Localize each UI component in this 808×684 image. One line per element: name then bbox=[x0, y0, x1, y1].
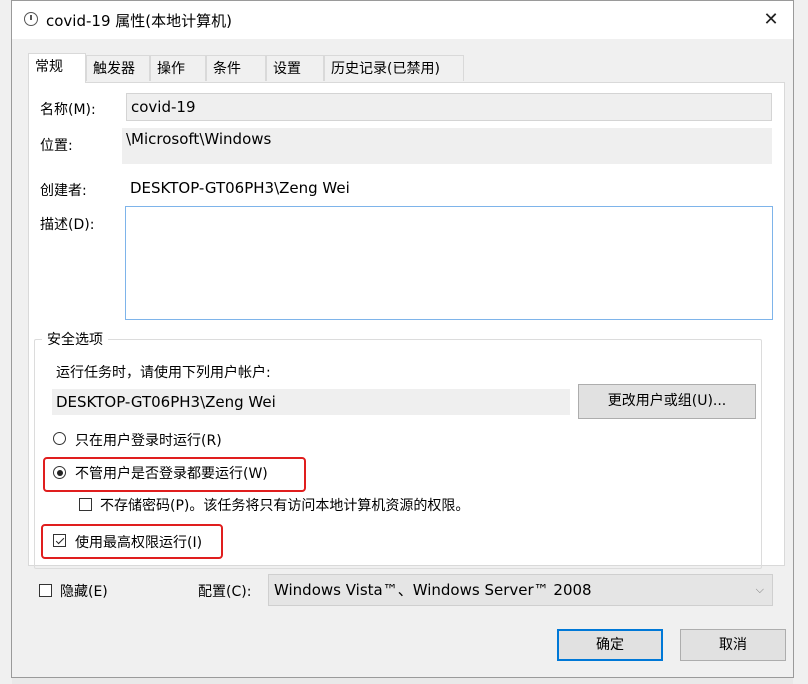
description-label: 描述(D): bbox=[40, 217, 95, 233]
run-as-label: 运行任务时，请使用下列用户帐户: bbox=[56, 365, 271, 381]
background-window-right bbox=[793, 0, 808, 684]
ok-button[interactable]: 确定 bbox=[557, 629, 663, 661]
radio-run-only-logged-on-label[interactable]: 只在用户登录时运行(R) bbox=[75, 430, 222, 450]
radio-run-only-logged-on[interactable] bbox=[53, 432, 66, 445]
location-field: \Microsoft\Windows bbox=[122, 128, 772, 164]
close-button[interactable]: ✕ bbox=[749, 1, 793, 39]
description-textarea[interactable] bbox=[125, 206, 773, 320]
cancel-button[interactable]: 取消 bbox=[680, 629, 786, 661]
radio-run-whether-logged-on-label[interactable]: 不管用户是否登录都要运行(W) bbox=[75, 463, 268, 483]
location-label: 位置: bbox=[40, 138, 73, 154]
checkbox-do-not-store-password-label[interactable]: 不存储密码(P)。该任务将只有访问本地计算机资源的权限。 bbox=[100, 495, 469, 515]
tab-triggers[interactable]: 触发器 bbox=[86, 55, 150, 81]
configure-label: 配置(C): bbox=[198, 584, 252, 600]
tab-general[interactable]: 常规 bbox=[28, 53, 86, 83]
security-options-title: 安全选项 bbox=[42, 329, 108, 349]
run-as-user-field: DESKTOP-GT06PH3\Zeng Wei bbox=[52, 389, 570, 415]
name-field[interactable]: covid-19 bbox=[126, 93, 772, 121]
tab-settings[interactable]: 设置 bbox=[266, 55, 324, 81]
configure-select[interactable]: Windows Vista™、Windows Server™ 2008 ⌵ bbox=[268, 574, 773, 606]
checkbox-hidden-label[interactable]: 隐藏(E) bbox=[60, 581, 108, 601]
checkbox-hidden[interactable] bbox=[39, 584, 52, 597]
name-label: 名称(M): bbox=[40, 102, 96, 118]
change-user-button[interactable]: 更改用户或组(U)... bbox=[578, 384, 756, 419]
chevron-down-icon: ⌵ bbox=[755, 583, 764, 596]
task-properties-dialog: covid-19 属性(本地计算机) ✕ 常规 触发器 操作 条件 设置 历史记… bbox=[11, 0, 794, 678]
checkbox-do-not-store-password[interactable] bbox=[79, 498, 92, 511]
author-label: 创建者: bbox=[40, 183, 87, 199]
task-clock-icon bbox=[24, 12, 38, 26]
tab-history[interactable]: 历史记录(已禁用) bbox=[324, 55, 464, 81]
title-bar: covid-19 属性(本地计算机) ✕ bbox=[12, 1, 793, 39]
radio-run-whether-logged-on[interactable] bbox=[53, 466, 66, 479]
tab-conditions[interactable]: 条件 bbox=[206, 55, 266, 81]
checkbox-run-highest-privileges-label[interactable]: 使用最高权限运行(I) bbox=[75, 532, 202, 552]
window-title: covid-19 属性(本地计算机) bbox=[46, 12, 232, 30]
author-value: DESKTOP-GT06PH3\Zeng Wei bbox=[130, 179, 350, 197]
tab-actions[interactable]: 操作 bbox=[150, 55, 206, 81]
configure-select-value: Windows Vista™、Windows Server™ 2008 bbox=[274, 581, 592, 599]
checkbox-run-highest-privileges[interactable] bbox=[53, 534, 66, 547]
